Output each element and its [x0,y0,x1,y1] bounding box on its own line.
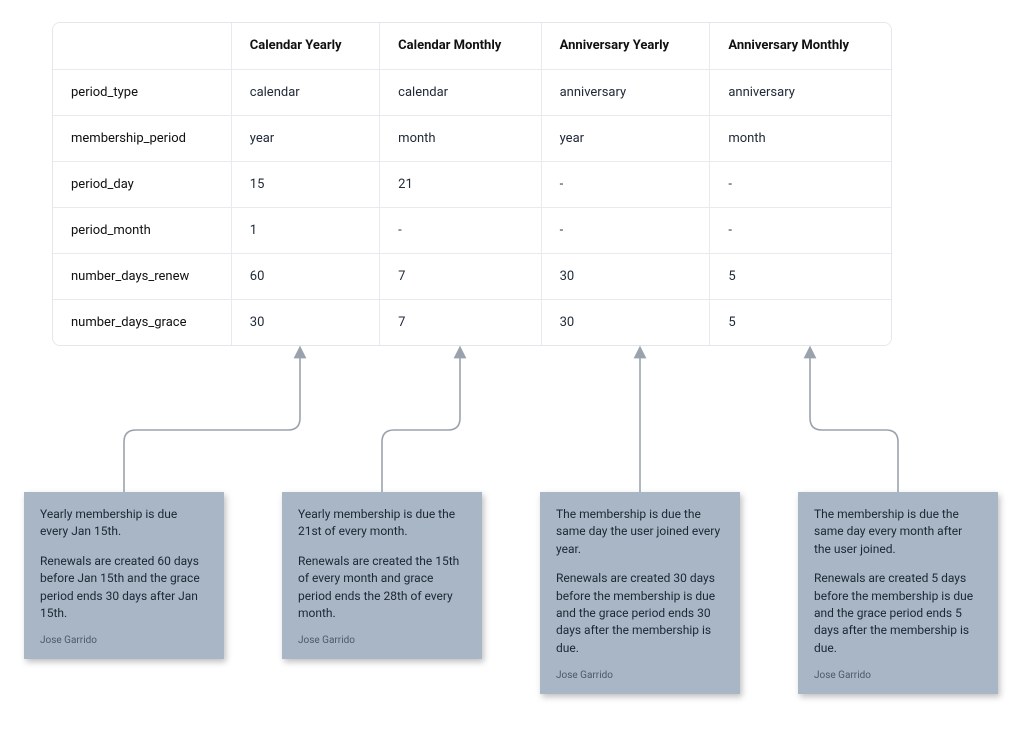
cell: 15 [231,161,379,207]
cell: 7 [380,253,541,299]
note-anniversary-monthly: The membership is due the same day every… [798,492,998,694]
table-row: number_days_renew 60 7 30 5 [53,253,891,299]
note-paragraph: Renewals are created 5 days before the m… [814,570,982,657]
table-row: period_day 15 21 - - [53,161,891,207]
cell: year [541,115,710,161]
row-label: period_day [53,161,231,207]
cell: 1 [231,207,379,253]
cell: 5 [710,253,891,299]
row-label: number_days_renew [53,253,231,299]
note-author: Jose Garrido [814,669,982,684]
note-author: Jose Garrido [556,669,724,684]
note-paragraph: Renewals are created 60 days before Jan … [40,553,208,623]
row-label: period_month [53,207,231,253]
cell: 7 [380,299,541,345]
note-author: Jose Garrido [298,634,466,649]
row-label: membership_period [53,115,231,161]
cell: calendar [231,69,379,115]
settings-table: Calendar Yearly Calendar Monthly Anniver… [52,22,892,346]
cell: calendar [380,69,541,115]
col-header-anniversary-monthly: Anniversary Monthly [710,23,891,69]
cell: - [541,161,710,207]
note-paragraph: Yearly membership is due every Jan 15th. [40,506,208,541]
cell: - [541,207,710,253]
col-header-calendar-monthly: Calendar Monthly [380,23,541,69]
cell: 5 [710,299,891,345]
table-row: number_days_grace 30 7 30 5 [53,299,891,345]
note-calendar-yearly: Yearly membership is due every Jan 15th.… [24,492,224,659]
row-label: number_days_grace [53,299,231,345]
col-header-calendar-yearly: Calendar Yearly [231,23,379,69]
cell: - [710,207,891,253]
arrow-to-calendar-yearly [124,352,300,492]
cell: anniversary [710,69,891,115]
row-label: period_type [53,69,231,115]
note-paragraph: The membership is due the same day every… [814,506,982,558]
cell: 30 [541,299,710,345]
note-calendar-monthly: Yearly membership is due the 21st of eve… [282,492,482,659]
cell: - [380,207,541,253]
table-row: membership_period year month year month [53,115,891,161]
table: Calendar Yearly Calendar Monthly Anniver… [53,23,891,345]
note-anniversary-yearly: The membership is due the same day the u… [540,492,740,694]
cell: anniversary [541,69,710,115]
cell: month [380,115,541,161]
cell: 30 [231,299,379,345]
table-row: period_type calendar calendar anniversar… [53,69,891,115]
arrow-to-anniversary-monthly [810,352,898,492]
table-row: period_month 1 - - - [53,207,891,253]
arrow-to-calendar-monthly [382,352,460,492]
note-paragraph: Renewals are created 30 days before the … [556,570,724,657]
note-paragraph: Renewals are created the 15th of every m… [298,553,466,623]
cell: - [710,161,891,207]
note-author: Jose Garrido [40,634,208,649]
col-header-anniversary-yearly: Anniversary Yearly [541,23,710,69]
note-paragraph: Yearly membership is due the 21st of eve… [298,506,466,541]
cell: month [710,115,891,161]
note-paragraph: The membership is due the same day the u… [556,506,724,558]
cell: 21 [380,161,541,207]
col-header-empty [53,23,231,69]
cell: year [231,115,379,161]
cell: 60 [231,253,379,299]
table-header-row: Calendar Yearly Calendar Monthly Anniver… [53,23,891,69]
cell: 30 [541,253,710,299]
